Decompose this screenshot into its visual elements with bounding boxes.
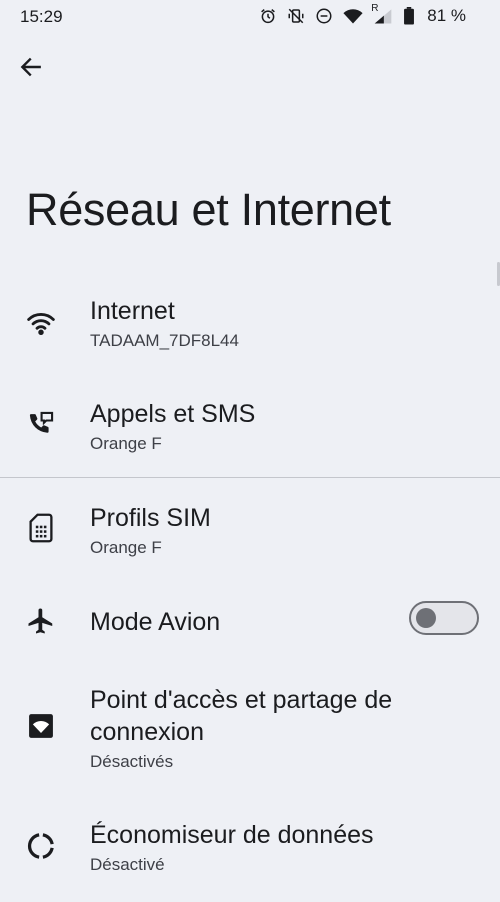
calls-sms-title: Appels et SMS — [90, 400, 256, 428]
settings-item-hotspot[interactable]: Point d'accès et partage de connexion Dé… — [0, 680, 500, 780]
internet-title: Internet — [90, 297, 175, 325]
hotspot-title-line2: connexion — [90, 718, 204, 746]
toggle-knob — [416, 608, 436, 628]
internet-subtitle: TADAAM_7DF8L44 — [90, 331, 239, 350]
call-sms-icon — [26, 409, 56, 439]
do-not-disturb-icon — [315, 7, 333, 25]
settings-item-calls-sms[interactable]: Appels et SMS Orange F — [0, 393, 500, 473]
sim-profiles-title: Profils SIM — [90, 504, 211, 532]
airplane-icon — [26, 606, 56, 636]
page-title: Réseau et Internet — [26, 184, 391, 235]
back-button[interactable] — [14, 52, 48, 86]
hotspot-icon — [26, 711, 56, 741]
airplane-mode-toggle[interactable] — [409, 601, 479, 635]
section-divider — [0, 477, 500, 478]
settings-item-internet[interactable]: Internet TADAAM_7DF8L44 — [0, 290, 500, 370]
status-icons: R 81 % — [259, 3, 466, 26]
airplane-mode-title: Mode Avion — [90, 608, 221, 636]
calls-sms-subtitle: Orange F — [90, 434, 162, 453]
settings-item-data-saver[interactable]: Économiseur de données Désactivé — [0, 814, 500, 894]
battery-icon — [403, 7, 415, 25]
battery-percent: 81 % — [427, 6, 466, 25]
data-saver-title: Économiseur de données — [90, 821, 374, 849]
data-saver-icon — [26, 831, 56, 861]
data-saver-subtitle: Désactivé — [90, 855, 165, 874]
status-time: 15:29 — [20, 7, 63, 26]
roaming-indicator: R — [371, 3, 379, 14]
hotspot-subtitle: Désactivés — [90, 752, 174, 771]
mute-vibrate-icon — [287, 7, 305, 25]
wifi-icon — [26, 308, 56, 338]
wifi-status-icon — [343, 7, 363, 25]
alarm-icon — [259, 7, 277, 25]
settings-item-sim-profiles[interactable]: Profils SIM Orange F — [0, 497, 500, 577]
hotspot-title-line1: Point d'accès et partage de — [90, 686, 393, 714]
sim-profiles-subtitle: Orange F — [90, 538, 162, 557]
status-bar: 15:29 R 81 % — [0, 0, 500, 34]
signal-icon: R — [371, 3, 393, 25]
arrow-back-icon — [18, 54, 44, 85]
sim-card-icon — [26, 513, 56, 543]
